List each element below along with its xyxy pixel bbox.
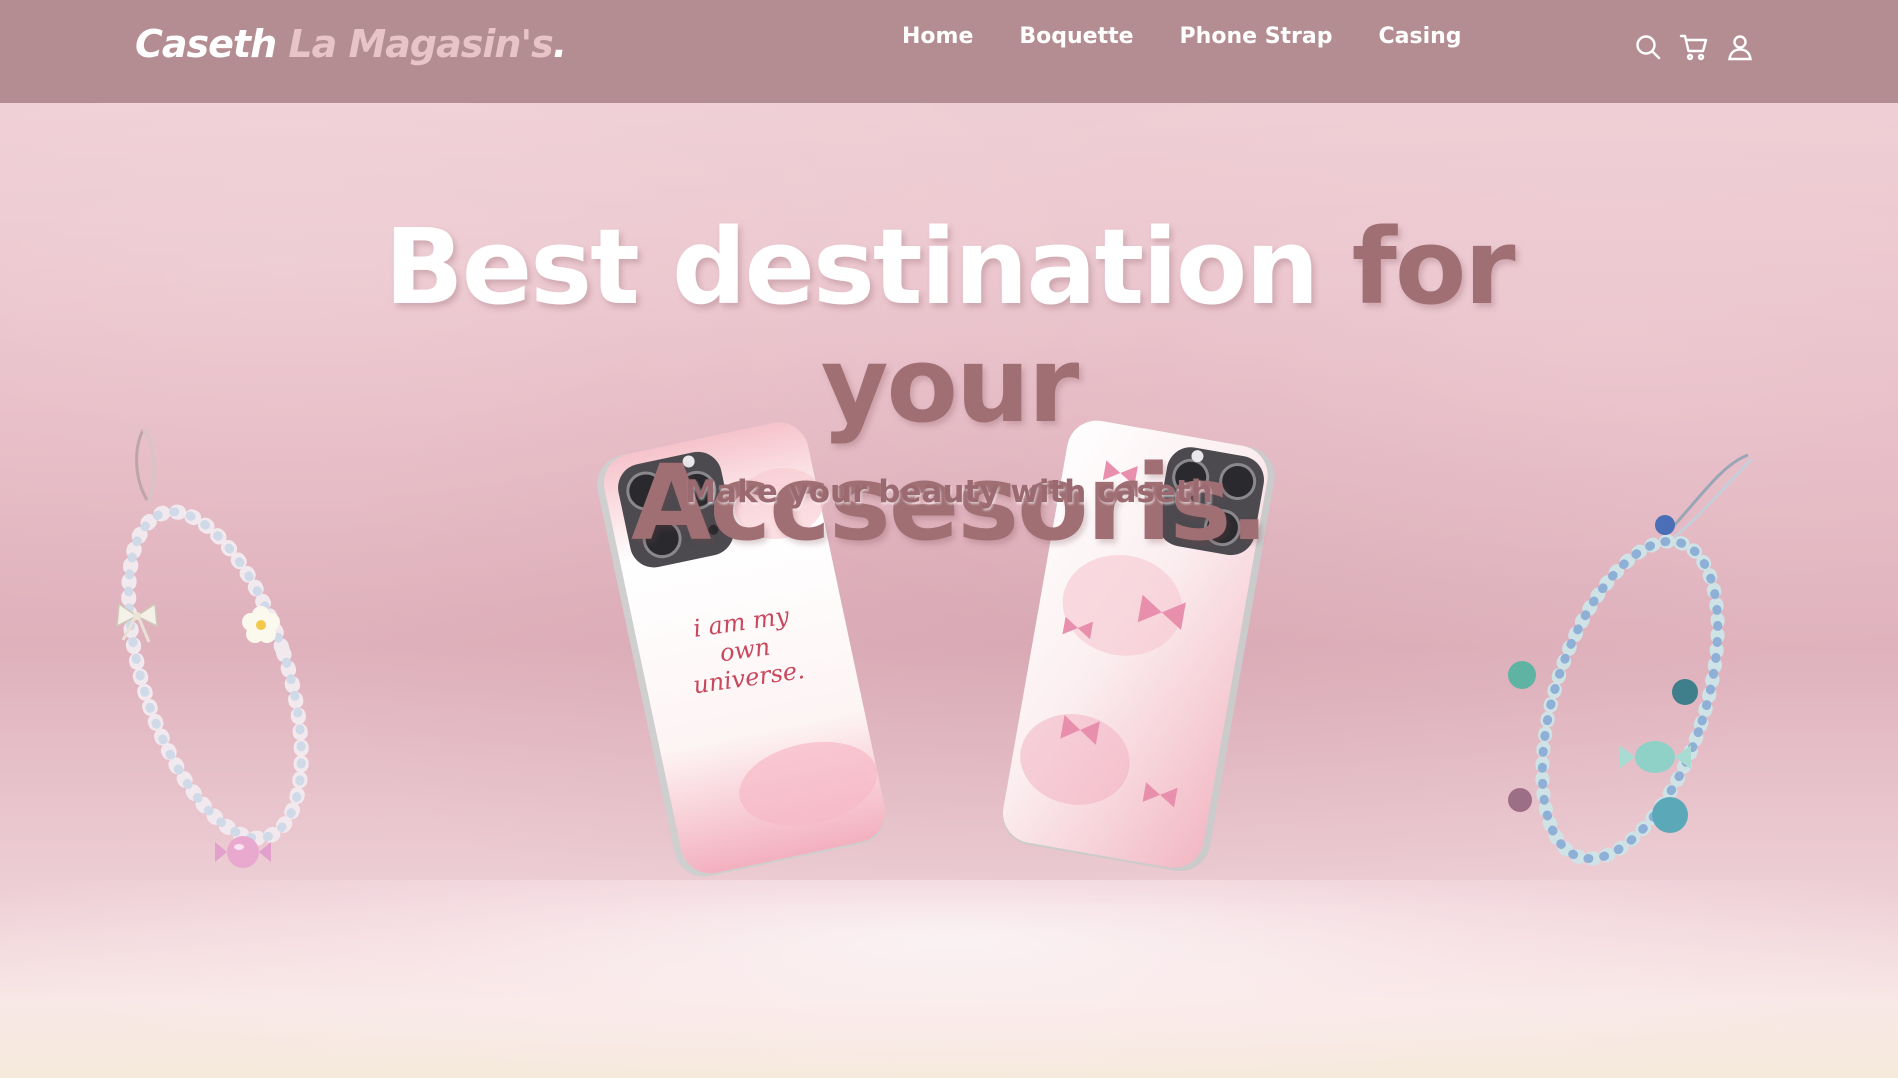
brand-name-dot: . — [552, 22, 567, 66]
brand-name-part2: La Magasin's — [288, 22, 553, 66]
brand-name-part1: Caseth — [135, 22, 277, 66]
hero-title-white: Best destination — [384, 206, 1319, 328]
user-icon[interactable] — [1725, 32, 1755, 62]
nav-link-boquette[interactable]: Boquette — [1019, 24, 1133, 49]
navbar: Caseth La Magasin's. Home Boquette Phone… — [0, 0, 1898, 103]
nav-icons — [1633, 32, 1755, 62]
nav-link-phone-strap[interactable]: Phone Strap — [1180, 24, 1333, 49]
cart-icon[interactable] — [1679, 32, 1709, 62]
hero-subtitle: Make your beauty with caseth — [685, 474, 1213, 510]
search-icon[interactable] — [1633, 32, 1663, 62]
brand-logo[interactable]: Caseth La Magasin's. — [135, 22, 567, 66]
hero-floor-glow — [0, 880, 1898, 1078]
page: Caseth La Magasin's. Home Boquette Phone… — [0, 0, 1898, 1078]
nav-link-casing[interactable]: Casing — [1379, 24, 1462, 49]
nav-links: Home Boquette Phone Strap Casing — [902, 24, 1462, 49]
nav-link-home[interactable]: Home — [902, 24, 973, 49]
